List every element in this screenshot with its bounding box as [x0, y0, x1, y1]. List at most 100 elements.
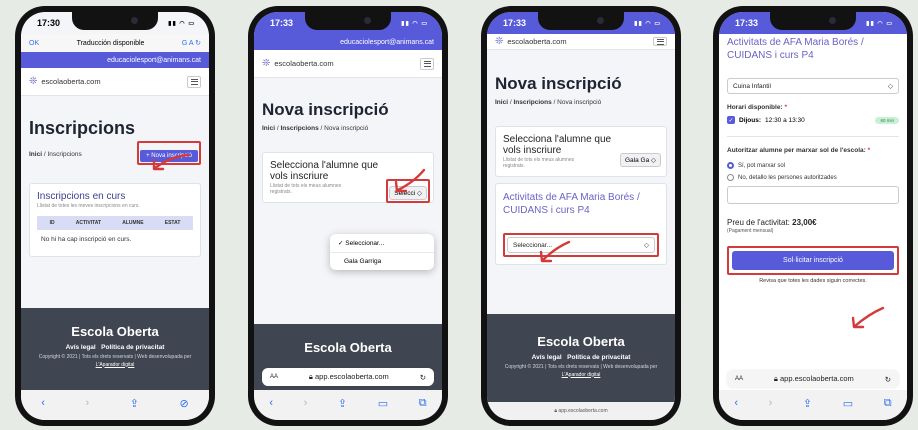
browser-toolbar: ‹ › ⇪ ▭ ⧉ [719, 390, 907, 420]
breadcrumb: Inici / Inscripcions / Nova inscripció [262, 125, 369, 132]
signal-wifi-battery-icon: ▮▮ ◠ ▭ [401, 20, 428, 27]
site-logo[interactable]: ❊ escolaoberta.com [29, 76, 101, 87]
phone-2: 17:33 ▮▮ ◠ ▭ educaciolesport@animans.cat… [248, 6, 448, 426]
activity-title: Activitats de AFA Maria Borés / CUIDANS … [727, 37, 864, 61]
activity-select[interactable]: Cuina Infantil ◇ [727, 78, 899, 94]
reload-icon[interactable]: ↻ [420, 373, 426, 382]
tabs-icon[interactable]: ⧉ [419, 397, 427, 410]
privacy-link[interactable]: Política de privacitat [101, 344, 164, 351]
radio-unselected-icon[interactable] [727, 174, 734, 181]
translate-icon[interactable]: G A ↻ [182, 39, 201, 47]
breadcrumb-home[interactable]: Inici [29, 151, 42, 158]
logo-icon: ❊ [262, 58, 271, 69]
logo-icon: ❊ [495, 36, 504, 47]
menu-icon[interactable] [420, 57, 434, 70]
authorized-persons-input[interactable] [727, 186, 899, 204]
share-icon[interactable]: ⇪ [803, 397, 812, 410]
phone-4: 17:33 ▮▮ ◠ ▭ Activitats de AFA Maria Bor… [713, 6, 913, 426]
back-icon[interactable]: ‹ [269, 397, 273, 409]
url-text: app.escolaoberta.com [315, 372, 389, 381]
breadcrumb-home[interactable]: Inici [495, 99, 508, 106]
breadcrumb-current: Nova inscripció [324, 125, 369, 132]
translation-ok-button[interactable]: OK [29, 40, 39, 47]
translation-title: Traducción disponible [76, 39, 145, 47]
logo-icon: ❊ [29, 76, 38, 87]
site-name: escolaoberta.com [507, 37, 567, 46]
reader-aa-button[interactable]: AA [735, 376, 743, 382]
url-bar[interactable]: 🔒︎ app.escolaoberta.com [487, 402, 675, 420]
tabs-icon[interactable]: ⧉ [884, 397, 892, 410]
main-content: Inscripcions Inici / Inscripcions + Nova… [21, 96, 209, 267]
red-arrow-icon [152, 153, 191, 171]
column-id: ID [49, 220, 55, 226]
breadcrumb: Inici / Inscripcions / Nova inscripció [495, 99, 602, 106]
site-header: ❊ escolaoberta.com [21, 68, 209, 96]
site-name: escolaoberta.com [274, 59, 334, 68]
dropdown-option-select[interactable]: ✓ Seleccionar... [330, 234, 434, 253]
divider [727, 136, 899, 137]
browser-toolbar: ‹ › ⇪ ⊘ [21, 390, 209, 420]
privacy-link[interactable]: Política de privacitat [567, 354, 630, 361]
student-dropdown: ✓ Seleccionar... Gala Garriga [330, 234, 434, 270]
developer-link[interactable]: L'Aparador digital [562, 372, 601, 378]
breadcrumb-mid[interactable]: Inscripcions [513, 99, 551, 106]
status-time: 17:33 [270, 18, 294, 28]
legal-link[interactable]: Avís legal [66, 344, 96, 351]
email-bar: educaciolesport@animans.cat [21, 52, 209, 68]
phone-3-screen: 17:33 ▮▮ ◠ ▭ ❊ escolaoberta.com Nova ins… [487, 12, 675, 420]
schedule-option[interactable]: ✓ Dijous: 12:30 a 13:30 60 min [727, 116, 899, 124]
schedule-day: Dijous: [739, 116, 762, 124]
notch [538, 12, 624, 30]
activity-select[interactable]: Seleccionar... ◇ [507, 237, 655, 253]
radio-option-no[interactable]: No, detallo les persones autoritzades [727, 174, 899, 181]
compass-icon[interactable]: ⊘ [179, 397, 188, 410]
radio-yes-label: Sí, pot marxar sol [738, 162, 786, 169]
site-logo[interactable]: ❊ escolaoberta.com [495, 36, 567, 47]
url-bar[interactable]: AA 🔒︎ app.escolaoberta.com ↻ [727, 370, 899, 388]
breadcrumb-current: Inscripcions [47, 151, 82, 158]
lock-icon: 🔒︎ [308, 372, 313, 381]
bookmarks-icon[interactable]: ▭ [843, 397, 853, 410]
reader-aa-button[interactable]: AA [270, 374, 278, 380]
schedule-label-text: Horari disponible: [727, 104, 783, 111]
column-student: ALUMNE [122, 220, 144, 226]
checkbox-checked-icon[interactable]: ✓ [727, 116, 735, 124]
legal-link[interactable]: Avís legal [532, 354, 562, 361]
footer-copyright: Copyright © 2021 | Tots els drets reserv… [38, 354, 192, 360]
forward-icon[interactable]: › [304, 397, 308, 409]
forward-icon[interactable]: › [85, 397, 89, 409]
authorization-label-text: Autoritzar alumne per marxar sol de l'es… [727, 147, 866, 154]
radio-selected-icon[interactable] [727, 162, 734, 169]
back-icon[interactable]: ‹ [734, 397, 738, 409]
translation-bar: OK Traducción disponible G A ↻ [21, 34, 209, 52]
notch [770, 12, 856, 30]
back-icon[interactable]: ‹ [41, 397, 45, 409]
status-time: 17:33 [735, 18, 759, 28]
developer-link[interactable]: L'Aparador digital [96, 362, 135, 368]
radio-option-yes[interactable]: Sí, pot marxar sol [727, 162, 899, 169]
student-select[interactable]: Gala Ga ◇ [619, 153, 661, 167]
main-content: Activitats de AFA Maria Borés / CUIDANS … [719, 34, 907, 294]
bookmarks-icon[interactable]: ▭ [378, 397, 388, 410]
reload-icon[interactable]: ↻ [885, 375, 891, 384]
activity-card: Activitats de AFA Maria Borés / CUIDANS … [495, 183, 667, 265]
forward-icon[interactable]: › [769, 397, 773, 409]
footer-title: Escola Oberta [71, 324, 159, 339]
column-status: ESTAT [164, 220, 181, 226]
signal-wifi-battery-icon: ▮▮ ◠ ▭ [634, 20, 661, 27]
lock-icon: 🔒︎ [773, 374, 778, 383]
breadcrumb-mid[interactable]: Inscripcions [280, 125, 318, 132]
submit-inscription-button[interactable]: Sol·licitar inscripció [732, 251, 894, 270]
url-bar[interactable]: AA 🔒︎ app.escolaoberta.com ↻ [262, 368, 434, 386]
site-logo[interactable]: ❊ escolaoberta.com [262, 58, 334, 69]
share-icon[interactable]: ⇪ [130, 397, 139, 410]
menu-icon[interactable] [653, 37, 667, 46]
dropdown-option-student[interactable]: Gala Garriga [330, 253, 434, 270]
status-time: 17:30 [37, 18, 61, 28]
breadcrumb-home[interactable]: Inici [262, 125, 275, 132]
status-time: 17:33 [503, 18, 527, 28]
card-title: Inscripcions en curs [37, 191, 126, 202]
menu-icon[interactable] [187, 75, 201, 88]
share-icon[interactable]: ⇪ [338, 397, 347, 410]
select-arrow-icon: ◇ [888, 83, 893, 90]
